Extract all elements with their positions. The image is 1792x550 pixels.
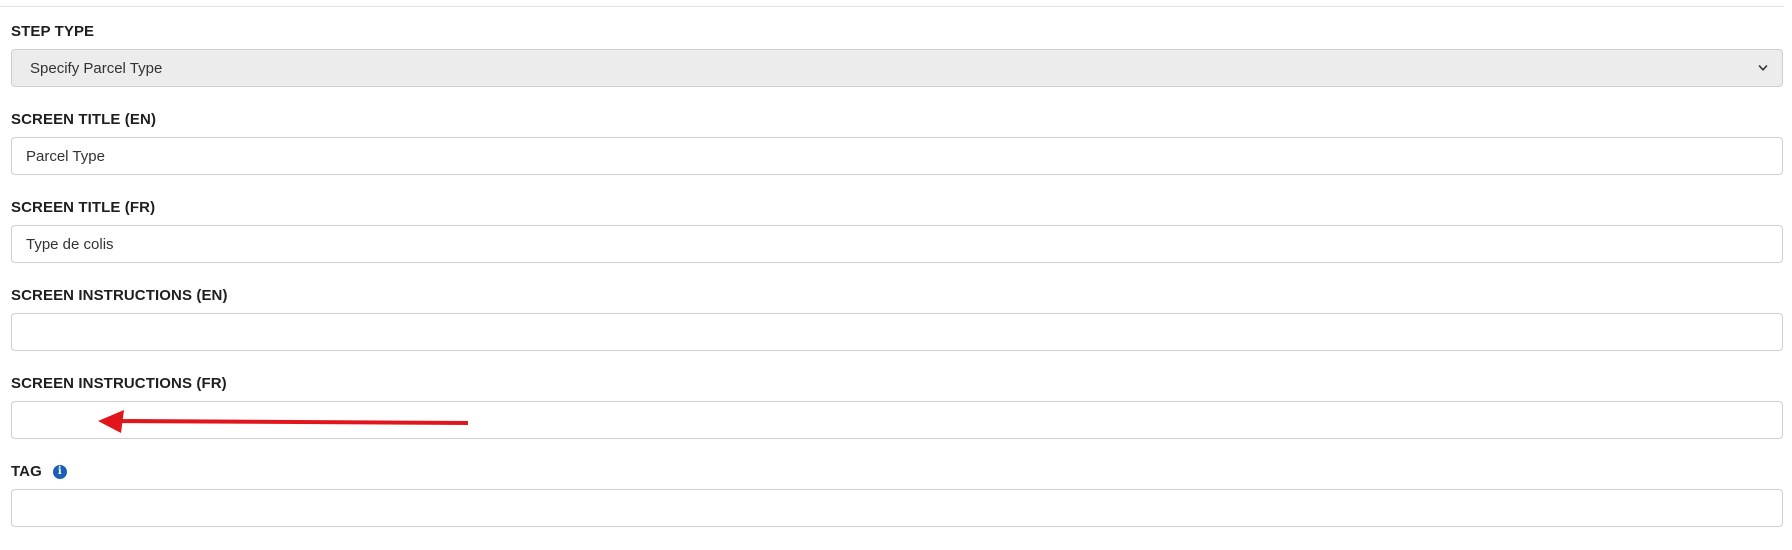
top-divider <box>0 6 1784 7</box>
step-type-selected-value: Specify Parcel Type <box>30 59 163 77</box>
tag-label-text: TAG <box>11 463 42 480</box>
step-form: STEP TYPE Specify Parcel Type SCREEN TIT… <box>11 22 1783 550</box>
screen-title-en-label-text: SCREEN TITLE (EN) <box>11 111 157 128</box>
step-type-label: STEP TYPE <box>11 22 1783 41</box>
step-type-select[interactable]: Specify Parcel Type <box>11 49 1783 87</box>
screen-instructions-fr-label: SCREEN INSTRUCTIONS (FR) <box>11 374 1783 393</box>
tag-label: TAG i <box>11 462 1783 481</box>
screen-title-fr-label-text: SCREEN TITLE (FR) <box>11 199 156 216</box>
screen-title-en-label: SCREEN TITLE (EN) <box>11 110 1783 129</box>
screen-instructions-en-label: SCREEN INSTRUCTIONS (EN) <box>11 286 1783 305</box>
chevron-down-icon <box>1758 65 1768 71</box>
tag-input[interactable] <box>11 489 1783 527</box>
info-circle-icon[interactable]: i <box>52 464 67 479</box>
red-arrow-annotation <box>98 410 469 433</box>
screen-title-fr-label: SCREEN TITLE (FR) <box>11 198 1783 217</box>
screen-title-fr-value: Type de colis <box>26 235 114 253</box>
screen-instructions-fr-label-text: SCREEN INSTRUCTIONS (FR) <box>11 375 227 392</box>
screen-title-fr-input[interactable]: Type de colis <box>11 225 1783 263</box>
screen-instructions-en-label-text: SCREEN INSTRUCTIONS (EN) <box>11 287 228 304</box>
arrowhead <box>98 410 124 433</box>
screen-instructions-en-input[interactable] <box>11 313 1783 351</box>
arrow-shaft <box>115 419 469 425</box>
step-type-label-text: STEP TYPE <box>11 23 95 40</box>
screen-title-en-input[interactable]: Parcel Type <box>11 137 1783 175</box>
screen-title-en-value: Parcel Type <box>26 147 105 165</box>
